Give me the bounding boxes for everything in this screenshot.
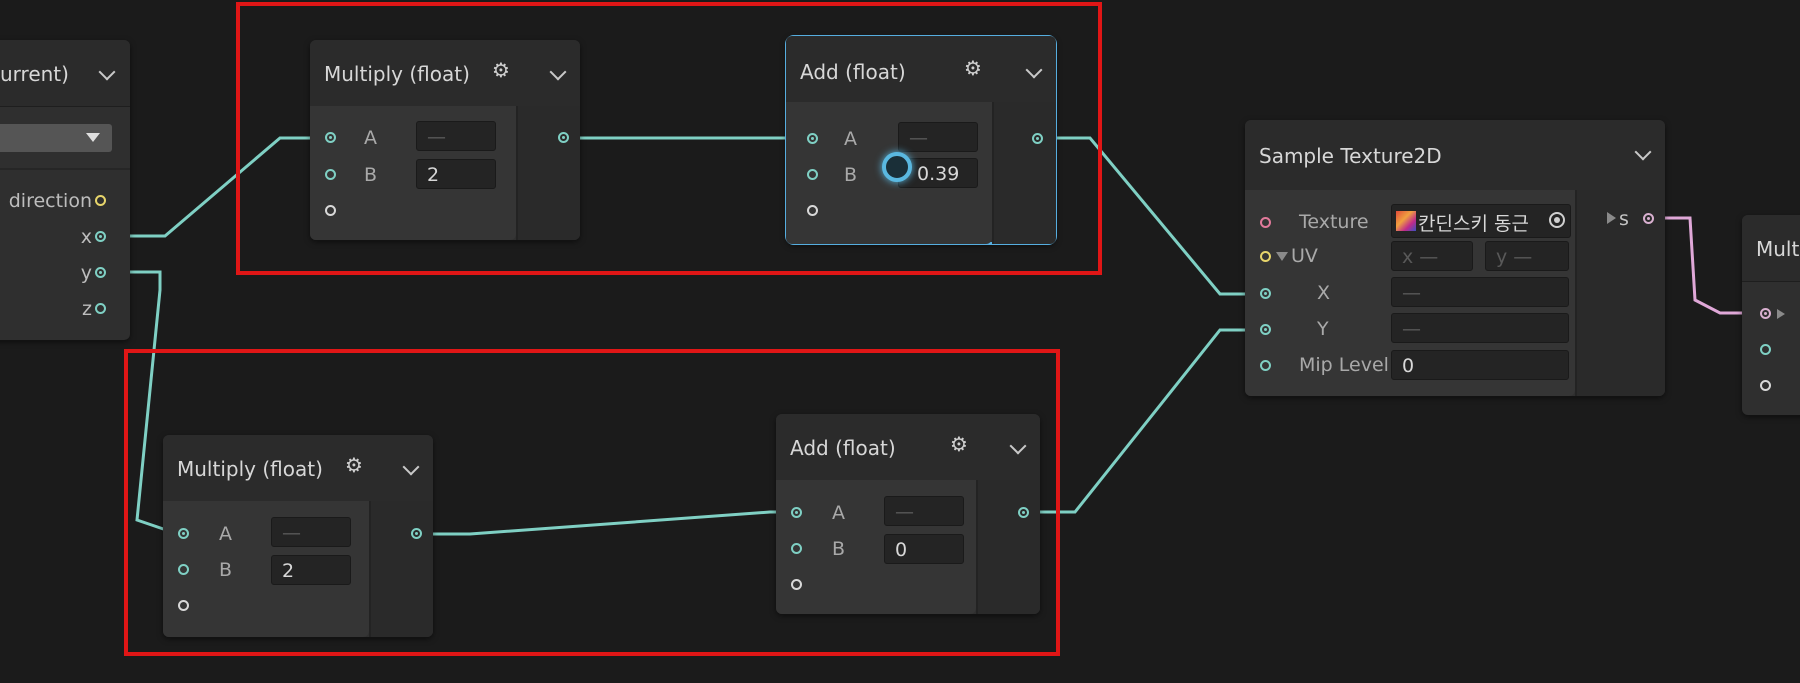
y-input-port[interactable] <box>1260 324 1271 335</box>
mip-level-field[interactable]: 0 <box>1391 350 1569 380</box>
input-port-b[interactable] <box>1760 344 1771 355</box>
sample-texture2d-node[interactable]: Sample Texture2D Texture 칸딘스키 동근 UV x — … <box>1245 120 1665 396</box>
y-label: Y <box>1317 318 1329 340</box>
x-input-port[interactable] <box>1260 288 1271 299</box>
uv-y-field[interactable]: y — <box>1485 241 1569 271</box>
object-picker-icon[interactable] <box>1549 212 1565 228</box>
output-s-label: s <box>1619 208 1629 230</box>
texture-thumbnail <box>1396 211 1416 231</box>
left-node[interactable]: urrent) direction x y z <box>0 40 130 340</box>
texture-name: 칸딘스키 동근 <box>1418 213 1529 235</box>
z-output-port[interactable] <box>95 303 106 314</box>
dropdown-arrow-icon <box>86 133 100 142</box>
output-expand-icon[interactable] <box>1607 212 1616 224</box>
uv-label: UV <box>1291 245 1318 267</box>
uv-x-field[interactable]: x — <box>1391 241 1473 271</box>
node-title: Sample Texture2D <box>1259 144 1442 168</box>
x-label: X <box>1317 282 1331 304</box>
left-node-dropdown[interactable] <box>0 124 112 152</box>
right-node[interactable]: Mult <box>1742 215 1800 415</box>
y-label: y <box>80 262 92 284</box>
input-expand-icon <box>1777 309 1785 319</box>
uv-input-port[interactable] <box>1260 251 1271 262</box>
texture-field[interactable]: 칸딘스키 동근 <box>1391 204 1571 238</box>
y-field[interactable]: — <box>1391 313 1569 343</box>
direction-label: direction <box>8 190 92 212</box>
empty-input-port[interactable] <box>1760 380 1771 391</box>
x-output-port[interactable] <box>95 231 106 242</box>
z-label: z <box>82 298 92 320</box>
y-output-port[interactable] <box>95 267 106 278</box>
left-node-title: urrent) <box>0 62 69 86</box>
right-node-title: Mult <box>1756 237 1800 261</box>
x-label: x <box>80 226 92 248</box>
texture-label: Texture <box>1299 211 1369 233</box>
uv-expand-icon[interactable] <box>1276 252 1288 261</box>
mip-level-label: Mip Level <box>1299 354 1389 376</box>
highlight-box-bottom <box>124 349 1060 656</box>
texture-input-port[interactable] <box>1260 217 1271 228</box>
wire-add-bottom-to-sample-y <box>1035 328 1260 514</box>
highlight-box-top <box>236 2 1102 275</box>
output-s-port[interactable] <box>1643 213 1654 224</box>
direction-port[interactable] <box>95 195 106 206</box>
x-field[interactable]: — <box>1391 277 1569 307</box>
mip-level-input-port[interactable] <box>1260 360 1271 371</box>
input-port-a[interactable] <box>1760 308 1771 319</box>
